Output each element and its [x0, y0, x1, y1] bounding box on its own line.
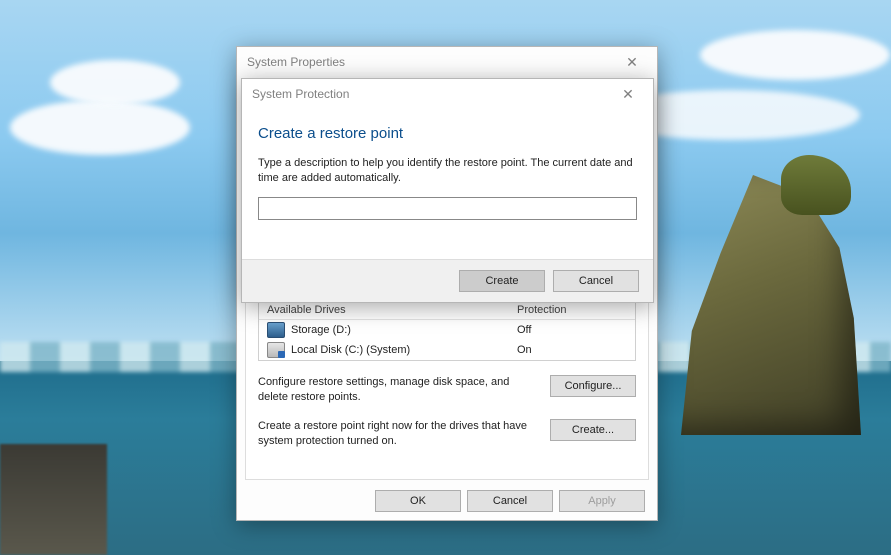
drive-name: Storage (D:) [291, 324, 517, 336]
create-button[interactable]: Create... [550, 419, 636, 441]
system-protection-dialog: System Protection ✕ Create a restore poi… [241, 78, 654, 303]
drive-row[interactable]: Local Disk (C:) (System) On [259, 340, 635, 360]
drive-icon [267, 322, 285, 338]
configure-button[interactable]: Configure... [550, 375, 636, 397]
drive-icon [267, 342, 285, 358]
drive-protection: Off [517, 324, 627, 336]
system-protection-title: System Protection [252, 79, 613, 109]
drives-list: Available Drives Protection Storage (D:)… [258, 300, 636, 361]
system-properties-title: System Properties [247, 47, 617, 77]
system-properties-titlebar[interactable]: System Properties ✕ [237, 47, 657, 77]
drives-header-protection: Protection [517, 304, 627, 316]
system-protection-titlebar[interactable]: System Protection ✕ [242, 79, 653, 109]
dialog-heading: Create a restore point [258, 125, 637, 142]
close-icon[interactable]: ✕ [613, 79, 643, 109]
close-icon[interactable]: ✕ [617, 47, 647, 77]
restore-point-name-input[interactable] [258, 197, 637, 220]
drive-row[interactable]: Storage (D:) Off [259, 320, 635, 340]
dialog-cancel-button[interactable]: Cancel [553, 270, 639, 292]
dialog-description: Type a description to help you identify … [258, 156, 637, 187]
create-description: Create a restore point right now for the… [258, 419, 534, 449]
ok-button[interactable]: OK [375, 490, 461, 512]
cancel-button[interactable]: Cancel [467, 490, 553, 512]
drives-header-drive: Available Drives [267, 304, 517, 316]
apply-button[interactable]: Apply [559, 490, 645, 512]
drive-protection: On [517, 344, 627, 356]
drive-name: Local Disk (C:) (System) [291, 344, 517, 356]
dialog-create-button[interactable]: Create [459, 270, 545, 292]
configure-description: Configure restore settings, manage disk … [258, 375, 534, 405]
